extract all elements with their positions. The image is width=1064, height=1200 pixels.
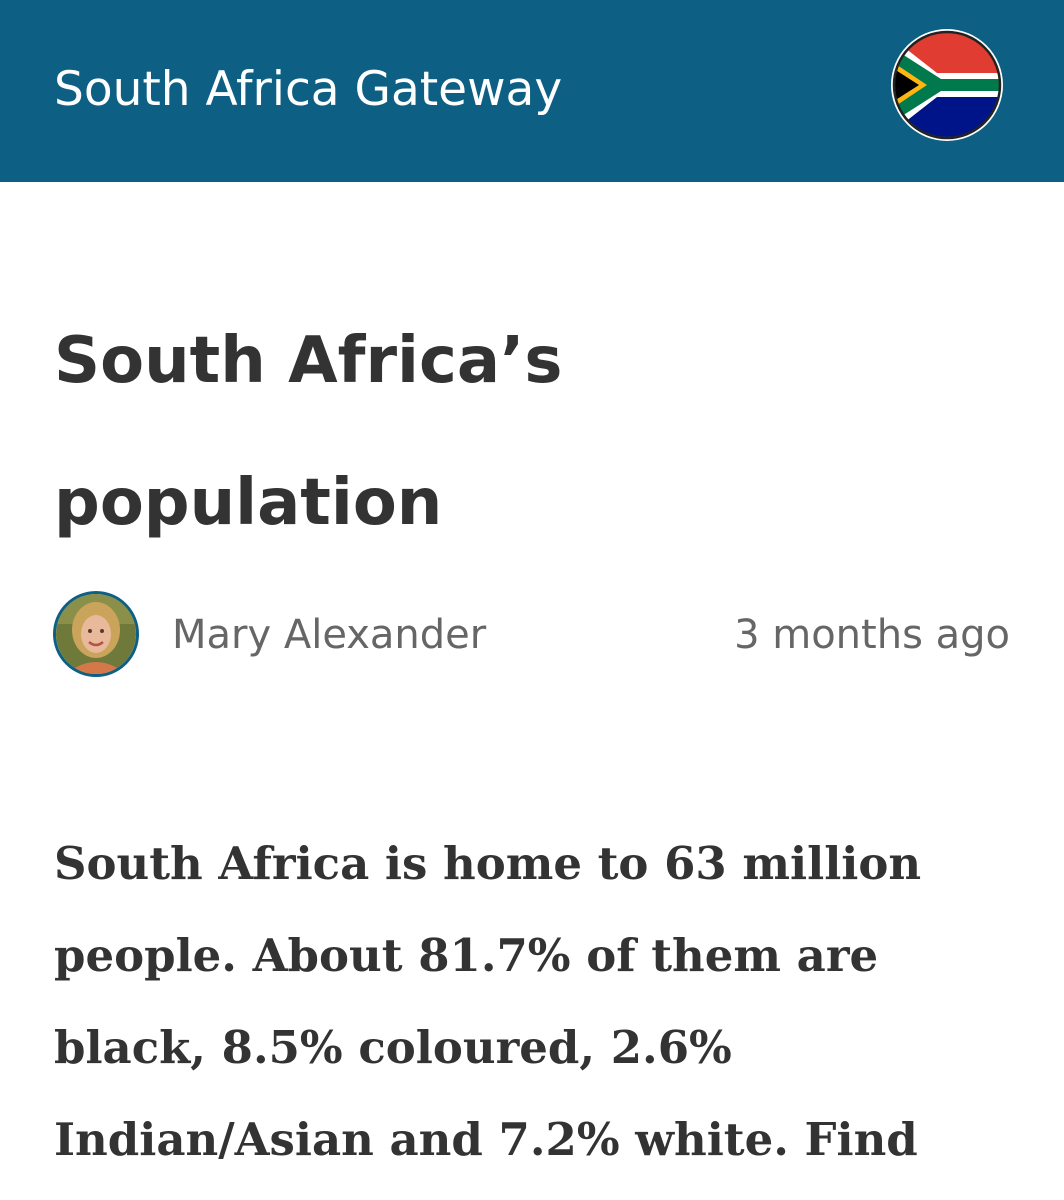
body-line: South Africa is home to 63 million: [54, 837, 922, 890]
body-line: Indian/Asian and 7.2% white. Find: [54, 1113, 918, 1166]
body-line: people. About 81.7% of them are: [54, 929, 879, 982]
author-name[interactable]: Mary Alexander: [172, 610, 486, 660]
article-title-line-2: population: [54, 466, 443, 540]
body-line: black, 8.5% coloured, 2.6%: [54, 1021, 732, 1074]
south-africa-flag-icon[interactable]: [891, 29, 1003, 141]
article-title-line-1: South Africa’s: [54, 324, 563, 398]
article-body: South Africa is home to 63 million peopl…: [54, 818, 1014, 1186]
author-avatar[interactable]: [53, 591, 139, 677]
site-title-link[interactable]: South Africa Gateway: [54, 56, 562, 124]
author-photo: [56, 594, 136, 674]
site-header: South Africa Gateway: [0, 0, 1064, 182]
published-date: 3 months ago: [734, 612, 1010, 658]
flag-graphic: [892, 30, 1002, 140]
article-title: South Africa’s population: [54, 290, 754, 574]
